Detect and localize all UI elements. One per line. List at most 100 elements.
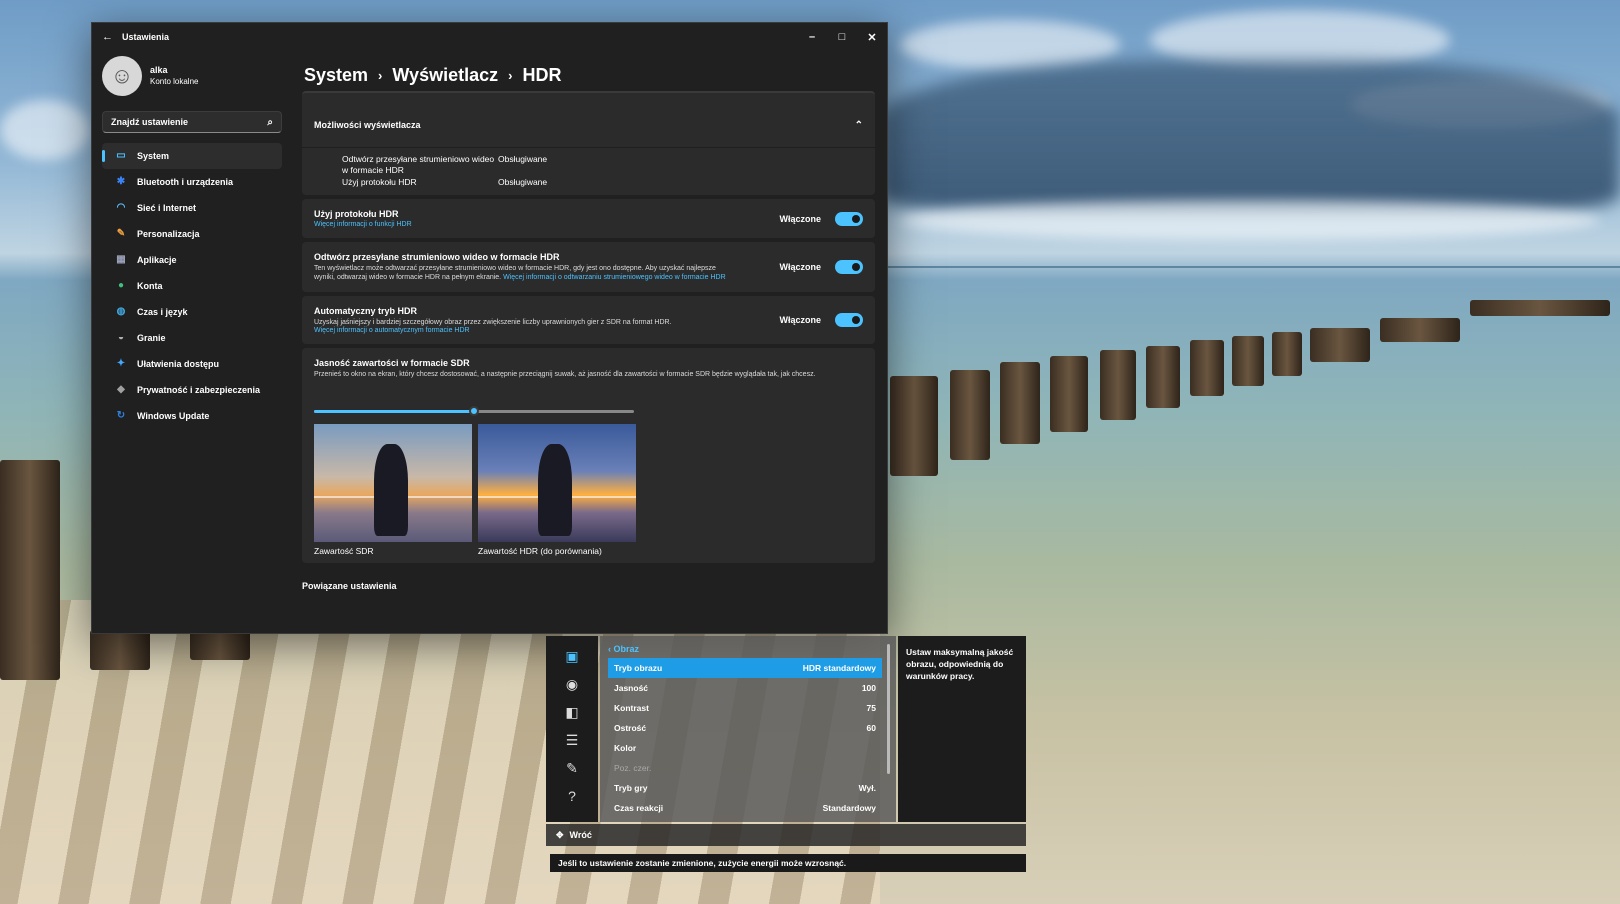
slider-thumb[interactable] — [469, 406, 479, 416]
capability-value: Obsługiwane — [498, 154, 548, 164]
related-settings-heading: Powiązane ustawienia — [302, 581, 397, 591]
stream-hdr-option: Odtwórz przesyłane strumieniowo wideo w … — [302, 242, 875, 292]
osd-row[interactable]: Kolor — [608, 738, 882, 758]
sidebar-item-czas[interactable]: ◍ Czas i język — [102, 299, 282, 325]
sidebar-item-label: Aplikacje — [137, 255, 177, 265]
chevron-right-icon: › — [508, 67, 513, 83]
stream-hdr-info-link[interactable]: Więcej informacji o odtwarzaniu strumien… — [503, 274, 726, 281]
profile-subtitle: Konto lokalne — [150, 77, 199, 86]
window-title: Ustawienia — [122, 32, 170, 42]
toggle-state-label: Włączone — [779, 262, 821, 272]
sidebar-item-granie[interactable]: ◒ Granie — [102, 325, 282, 351]
capability-value: Obsługiwane — [498, 177, 548, 187]
osd-row-label: Poz. czer. — [614, 763, 652, 773]
sidebar-item-label: Konta — [137, 281, 163, 291]
hdr-image-label: Zawartość HDR (do porównania) — [478, 546, 602, 556]
sdr-brightness-card: Jasność zawartości w formacie SDR Przeni… — [302, 348, 875, 563]
sdr-image-label: Zawartość SDR — [314, 546, 374, 556]
minimize-button[interactable]: – — [797, 31, 827, 44]
accessibility-icon: ✦ — [116, 358, 126, 369]
sidebar-item-label: Ułatwienia dostępu — [137, 359, 220, 369]
osd-category-bar: ▣ ◉ ◧ ☰ ✎ ? — [546, 636, 598, 822]
help-icon[interactable]: ? — [546, 782, 598, 810]
eye-icon[interactable]: ◉ — [546, 670, 598, 698]
gamepad-icon: ◒ — [117, 332, 125, 343]
sidebar-item-sieć[interactable]: ◠ Sieć i Internet — [102, 195, 282, 221]
sidebar-item-system[interactable]: ▭ System — [102, 143, 282, 169]
auto-hdr-info-link[interactable]: Więcej informacji o automatycznym formac… — [314, 327, 863, 334]
apps-icon: ▦ — [116, 254, 126, 265]
toggle-state-label: Włączone — [779, 213, 821, 224]
breadcrumb-display[interactable]: Wyświetlacz — [392, 65, 498, 86]
main-content: System › Wyświetlacz › HDR Możliwości wy… — [302, 51, 875, 633]
sidebar-item-konta[interactable]: ● Konta — [102, 273, 282, 299]
osd-row-label: Czas reakcji — [614, 803, 664, 813]
sliders-icon[interactable]: ☰ — [546, 726, 598, 754]
osd-scrollbar[interactable] — [887, 644, 890, 774]
sdr-brightness-slider[interactable] — [314, 406, 634, 416]
sidebar: ☺ alka Konto lokalne Znajdź ustawienie ⌕… — [92, 51, 292, 633]
sidebar-item-personalizacja[interactable]: ✎ Personalizacja — [102, 221, 282, 247]
capability-label: Użyj protokołu HDR — [342, 177, 417, 187]
osd-row[interactable]: Tryb obrazu HDR standardowy — [608, 658, 882, 678]
avatar-icon: ☺ — [102, 56, 142, 96]
auto-hdr-option: Automatyczny tryb HDR Uzyskaj jaśniejszy… — [302, 296, 875, 344]
display-capabilities-card: Możliwości wyświetlacza ⌃ Odtwórz przesy… — [302, 91, 875, 195]
osd-row-label: Tryb obrazu — [614, 663, 663, 673]
osd-row-value: 100 — [861, 683, 876, 693]
capabilities-header[interactable]: Możliwości wyświetlacza ⌃ — [302, 103, 875, 147]
sidebar-item-prywatność[interactable]: ◆ Prywatność i zabezpieczenia — [102, 377, 282, 403]
maximize-button[interactable]: □ — [827, 31, 857, 44]
osd-back-button[interactable]: ✥ Wróć — [546, 824, 1026, 846]
osd-row[interactable]: Jasność 100 — [608, 678, 882, 698]
osd-row: Poz. czer. — [608, 758, 882, 778]
osd-row[interactable]: Czas reakcji Standardowy — [608, 798, 882, 818]
osd-row[interactable]: Ostrość 60 — [608, 718, 882, 738]
page-title: HDR — [522, 64, 562, 85]
display-layout-icon[interactable]: ◧ — [546, 698, 598, 726]
sidebar-item-bluetooth[interactable]: ✱ Bluetooth i urządzenia — [102, 169, 282, 195]
profile-name: alka — [150, 65, 168, 75]
search-input[interactable]: Znajdź ustawienie ⌕ — [102, 111, 282, 133]
stream-hdr-toggle[interactable] — [835, 260, 863, 274]
sidebar-item-label: Czas i język — [137, 307, 188, 317]
capability-row: Odtwórz przesyłane strumieniowo wideo w … — [342, 154, 875, 176]
osd-header[interactable]: ‹ Obraz — [608, 644, 882, 654]
search-placeholder: Znajdź ustawienie — [111, 117, 189, 127]
osd-row-value: Wył. — [858, 783, 876, 793]
osd-row-value: 75 — [866, 703, 876, 713]
chevron-up-icon[interactable]: ⌃ — [855, 120, 863, 131]
sidebar-item-ułatwienia[interactable]: ✦ Ułatwienia dostępu — [102, 351, 282, 377]
osd-help-text: Ustaw maksymalną jakość obrazu, odpowied… — [898, 636, 1026, 822]
osd-row[interactable]: Tryb gry Wył. — [608, 778, 882, 798]
osd-back-label: Wróć — [569, 830, 592, 840]
sdr-title: Jasność zawartości w formacie SDR — [314, 358, 470, 368]
brush-icon: ✎ — [116, 228, 126, 239]
breadcrumb-system[interactable]: System — [304, 65, 368, 86]
close-button[interactable]: ✕ — [857, 31, 887, 44]
sidebar-item-label: Granie — [137, 333, 166, 343]
sidebar-item-windows[interactable]: ↻ Windows Update — [102, 403, 282, 429]
sidebar-item-label: Sieć i Internet — [137, 203, 197, 213]
globe-icon: ◍ — [116, 306, 126, 317]
hdr-preview-image — [478, 424, 636, 542]
sidebar-item-label: Prywatność i zabezpieczenia — [137, 385, 261, 395]
sdr-preview-image — [314, 424, 472, 542]
shield-icon: ◆ — [117, 384, 125, 395]
osd-message: Jeśli to ustawienie zostanie zmienione, … — [550, 854, 1026, 872]
osd-row-value: 60 — [866, 723, 876, 733]
profile[interactable]: ☺ alka Konto lokalne — [92, 51, 292, 101]
display-icon: ▭ — [116, 150, 126, 161]
osd-row[interactable]: Kontrast 75 — [608, 698, 882, 718]
picture-icon[interactable]: ▣ — [546, 642, 598, 670]
wrench-icon[interactable]: ✎ — [546, 754, 598, 782]
sidebar-item-aplikacje[interactable]: ▦ Aplikacje — [102, 247, 282, 273]
auto-hdr-toggle[interactable] — [835, 313, 863, 327]
capability-label: Odtwórz przesyłane strumieniowo wideo w … — [342, 154, 495, 175]
title-bar: ← Ustawienia – □ ✕ — [92, 23, 887, 51]
update-icon: ↻ — [116, 410, 126, 421]
use-hdr-toggle[interactable] — [835, 211, 863, 226]
osd-row-label: Kolor — [614, 743, 637, 753]
back-arrow-icon[interactable]: ← — [102, 31, 122, 43]
osd-menu: ‹ Obraz Tryb obrazu HDR standardowy Jasnoś… — [600, 636, 896, 822]
